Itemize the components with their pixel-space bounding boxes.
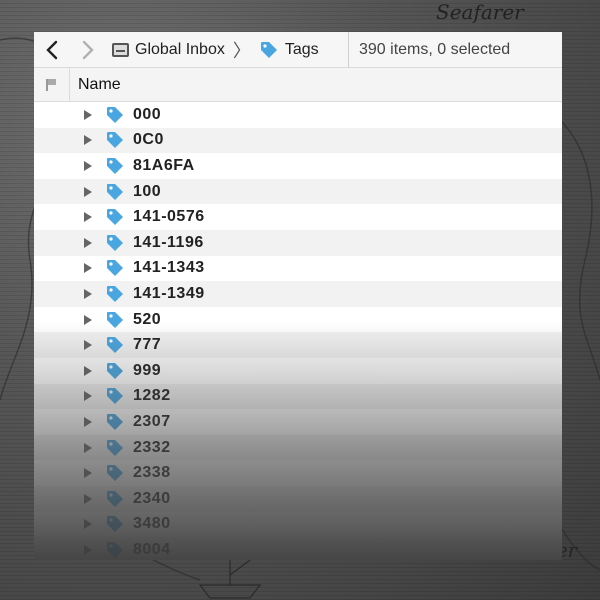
list-item[interactable]: 000 <box>34 102 562 128</box>
disclosure-triangle-icon[interactable] <box>84 519 92 530</box>
tag-name: 141-0576 <box>133 208 205 226</box>
browser-window: Global Inbox 〉 Tags 390 items, 0 selecte… <box>34 32 562 560</box>
disclosure-triangle-icon[interactable] <box>84 442 92 453</box>
back-button[interactable] <box>34 32 70 68</box>
list-item[interactable]: 2340 <box>34 485 562 512</box>
tag-name: 141-1196 <box>133 233 204 251</box>
list-item[interactable]: 2332 <box>34 434 562 461</box>
list-item[interactable]: 100 <box>34 178 562 205</box>
tag-name: 8004 <box>133 540 171 558</box>
tag-name: 2307 <box>133 412 171 430</box>
disclosure-triangle-icon[interactable] <box>84 314 92 325</box>
list-item[interactable]: 141-1349 <box>34 281 562 307</box>
breadcrumb-label: Tags <box>284 40 319 58</box>
tag-name: 000 <box>133 105 162 123</box>
tag-icon <box>107 490 123 507</box>
disclosure-triangle-icon[interactable] <box>84 493 92 504</box>
forward-button[interactable] <box>70 32 106 68</box>
list-item[interactable]: 777 <box>34 332 562 358</box>
list-item[interactable]: 3480 <box>34 512 562 538</box>
list-item[interactable]: 520 <box>34 307 562 333</box>
list-item[interactable]: 999 <box>34 358 562 384</box>
name-column-header[interactable]: Name <box>70 76 121 94</box>
list-item[interactable]: 141-1343 <box>34 256 562 282</box>
tag-name: 2340 <box>133 489 171 507</box>
chevron-left-icon <box>46 40 58 59</box>
list-item[interactable]: 1282 <box>34 383 562 410</box>
disclosure-triangle-icon[interactable] <box>84 135 92 146</box>
tag-name: 2338 <box>133 464 171 482</box>
disclosure-triangle-icon[interactable] <box>84 160 92 171</box>
disclosure-triangle-icon[interactable] <box>84 212 92 223</box>
tag-list: 000 0C0 81A6FA 100 141-0576 141-1196 141… <box>34 102 562 560</box>
tag-icon <box>107 541 123 558</box>
status-text: 390 items, 0 selected <box>348 32 562 67</box>
tag-name: 2332 <box>133 438 171 456</box>
tag-name: 3480 <box>133 515 171 533</box>
column-header: Name <box>34 68 562 102</box>
disclosure-triangle-icon[interactable] <box>84 468 92 479</box>
tag-icon <box>107 209 123 226</box>
disclosure-triangle-icon[interactable] <box>84 263 92 274</box>
list-item[interactable]: 141-1196 <box>34 229 562 256</box>
tag-icon <box>107 132 123 149</box>
breadcrumb-global-inbox[interactable]: Global Inbox <box>106 41 231 59</box>
list-item[interactable]: 2338 <box>34 460 562 486</box>
disclosure-triangle-icon[interactable] <box>84 391 92 402</box>
tag-name: 141-1343 <box>133 259 205 277</box>
disclosure-triangle-icon[interactable] <box>84 109 92 120</box>
tag-name: 141-1349 <box>133 284 205 302</box>
list-item[interactable]: 0C0 <box>34 127 562 154</box>
tag-name: 1282 <box>133 387 171 405</box>
tag-icon <box>107 413 123 430</box>
tag-icon <box>107 157 123 174</box>
toolbar: Global Inbox 〉 Tags 390 items, 0 selecte… <box>34 32 562 68</box>
tag-name: 100 <box>133 182 162 200</box>
disclosure-triangle-icon[interactable] <box>84 186 92 197</box>
breadcrumb-tags[interactable]: Tags <box>253 40 325 60</box>
tag-name: 777 <box>133 336 162 354</box>
tag-icon <box>107 337 123 354</box>
inbox-icon <box>112 42 129 57</box>
tag-name: 520 <box>133 310 162 328</box>
tag-icon <box>107 234 123 251</box>
tag-icon <box>107 311 123 328</box>
tag-icon <box>107 183 123 200</box>
disclosure-triangle-icon[interactable] <box>84 288 92 299</box>
tag-icon <box>107 465 123 482</box>
flag-column-header[interactable] <box>34 68 70 101</box>
breadcrumb-label: Global Inbox <box>135 40 225 58</box>
tag-icon <box>107 285 123 302</box>
disclosure-triangle-icon[interactable] <box>84 544 92 555</box>
list-item[interactable]: 141-0576 <box>34 204 562 230</box>
disclosure-triangle-icon[interactable] <box>84 340 92 351</box>
tag-name: 0C0 <box>133 131 164 149</box>
tag-icon <box>107 388 123 405</box>
tag-icon <box>107 106 123 123</box>
breadcrumb-separator: 〉 <box>232 40 251 61</box>
disclosure-triangle-icon[interactable] <box>84 416 92 427</box>
tag-icon <box>107 362 123 379</box>
list-item[interactable]: 8004 <box>34 537 562 560</box>
tag-icon <box>260 41 277 58</box>
tag-icon <box>107 260 123 277</box>
map-label-top: Seafarer <box>436 0 524 24</box>
tag-icon <box>107 516 123 533</box>
disclosure-triangle-icon[interactable] <box>84 365 92 376</box>
chevron-right-icon <box>82 40 94 59</box>
tag-name: 81A6FA <box>133 156 195 174</box>
tag-icon <box>107 439 123 456</box>
flag-icon <box>45 78 58 91</box>
disclosure-triangle-icon[interactable] <box>84 237 92 248</box>
list-item[interactable]: 2307 <box>34 409 562 435</box>
tag-name: 999 <box>133 361 162 379</box>
list-item[interactable]: 81A6FA <box>34 153 562 179</box>
